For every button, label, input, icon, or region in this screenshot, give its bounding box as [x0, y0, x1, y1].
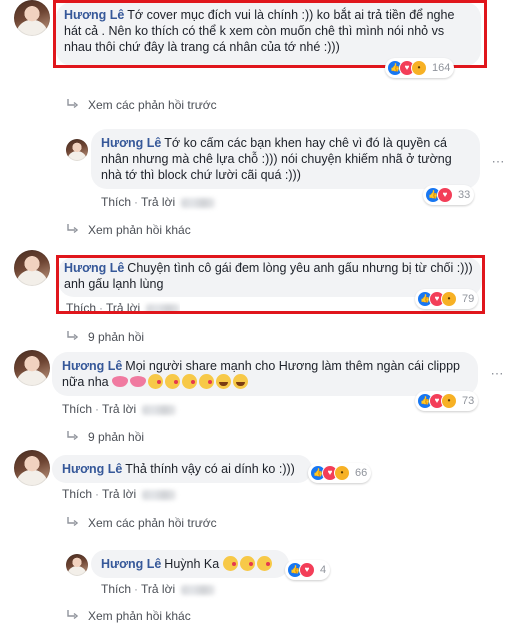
- like-link[interactable]: Thích: [101, 195, 131, 209]
- reaction-count: 66: [355, 467, 368, 479]
- kissing-face-emoji: [256, 556, 272, 571]
- view-other-replies-label: Xem phản hồi khác: [88, 609, 191, 623]
- view-previous-replies-link[interactable]: Xem các phản hồi trước: [66, 516, 217, 530]
- timestamp-blurred: [181, 584, 216, 595]
- reply-link[interactable]: Trả lời: [141, 195, 175, 209]
- like-link[interactable]: Thích: [62, 402, 92, 416]
- comment-actions: Thích · Trả lời: [62, 402, 177, 416]
- replies-count-label: 9 phản hồi: [88, 330, 145, 344]
- reply-arrow-icon: [66, 516, 80, 530]
- view-replies-link[interactable]: 9 phản hồi: [66, 330, 144, 344]
- kissing-face-emoji: [239, 556, 255, 571]
- view-other-replies-link[interactable]: Xem phản hồi khác: [66, 609, 191, 623]
- comment-bubble: Hương Lê Tớ ko cấm các bạn khen hay chê v…: [91, 129, 480, 189]
- love-reaction-icon: ♥: [437, 187, 453, 203]
- haha-reaction-icon: •: [441, 291, 457, 307]
- like-link[interactable]: Thích: [101, 582, 131, 596]
- comment-actions: Thích · Trả lời: [62, 487, 177, 501]
- reaction-count: 164: [432, 62, 451, 74]
- comment-bubble: Hương Lê Mọi người share mạnh cho Hương l…: [52, 352, 478, 396]
- comment-text: Thả thính vậy có ai dính ko :))): [125, 462, 295, 476]
- reply-arrow-icon: [66, 609, 80, 623]
- kiss-lips-emoji: [112, 376, 129, 387]
- more-options-icon[interactable]: ⋯: [489, 366, 505, 382]
- reply-link[interactable]: Trả lời: [141, 582, 175, 596]
- comment-actions: Thích · Trả lời: [101, 195, 216, 209]
- comment-actions: Thích · Trả lời: [101, 582, 216, 596]
- avatar[interactable]: [66, 554, 88, 576]
- kissing-face-emoji: [148, 374, 164, 389]
- reply-arrow-icon: [66, 430, 80, 444]
- kissing-face-emoji: [199, 374, 215, 389]
- kissing-face-emoji: [222, 556, 238, 571]
- reply-arrow-icon: [66, 98, 80, 112]
- reply-link[interactable]: Trả lời: [102, 487, 136, 501]
- view-previous-replies-label: Xem các phản hồi trước: [88, 98, 217, 112]
- avatar[interactable]: [14, 450, 50, 486]
- comment-author[interactable]: Hương Lê: [62, 462, 122, 476]
- kissing-face-emoji: [165, 374, 181, 389]
- comment-text: Huỳnh Ka: [164, 557, 220, 571]
- reaction-summary[interactable]: 👍 ♥ • 66: [308, 463, 372, 483]
- comment-bubble: Hương Lê Huỳnh Ka: [91, 550, 289, 578]
- comment-author[interactable]: Hương Lê: [101, 136, 161, 150]
- kissing-face-emoji: [182, 374, 198, 389]
- view-replies-link[interactable]: 9 phản hồi: [66, 430, 144, 444]
- reaction-summary[interactable]: 👍 ♥ 33: [423, 185, 475, 205]
- view-other-replies-label: Xem phản hồi khác: [88, 223, 191, 237]
- reply-link[interactable]: Trả lời: [106, 301, 140, 311]
- reaction-summary[interactable]: 👍 ♥ 4: [285, 560, 331, 580]
- kiss-lips-emoji: [130, 376, 147, 387]
- reaction-summary[interactable]: 👍 ♥ • 79: [415, 289, 479, 309]
- like-link[interactable]: Thích: [66, 301, 96, 311]
- more-options-icon[interactable]: ⋯: [490, 154, 506, 170]
- reaction-summary[interactable]: 👍 ♥ • 73: [415, 391, 479, 411]
- comment-author[interactable]: Hương Lê: [62, 359, 122, 373]
- reply-arrow-icon: [66, 223, 80, 237]
- avatar[interactable]: [14, 0, 50, 36]
- avatar[interactable]: [66, 139, 88, 161]
- timestamp-blurred: [142, 404, 177, 415]
- haha-reaction-icon: •: [441, 393, 457, 409]
- view-previous-replies-link[interactable]: Xem các phản hồi trước: [66, 98, 217, 112]
- laughing-face-emoji: [233, 374, 249, 389]
- avatar[interactable]: [14, 250, 50, 286]
- reply-arrow-icon: [66, 330, 80, 344]
- reaction-count: 4: [320, 564, 327, 576]
- timestamp-blurred: [181, 197, 216, 208]
- timestamp-blurred: [146, 303, 181, 311]
- comment-bubble: Hương Lê Thả thính vậy có ai dính ko :))): [52, 455, 312, 483]
- avatar[interactable]: [14, 350, 50, 386]
- haha-reaction-icon: •: [411, 60, 427, 76]
- view-other-replies-link[interactable]: Xem phản hồi khác: [66, 223, 191, 237]
- love-reaction-icon: ♥: [299, 562, 315, 578]
- replies-count-label: 9 phản hồi: [88, 430, 145, 444]
- reaction-count: 79: [462, 293, 475, 305]
- laughing-face-emoji: [216, 374, 232, 389]
- timestamp-blurred: [142, 489, 177, 500]
- reply-link[interactable]: Trả lời: [102, 402, 136, 416]
- view-previous-replies-label: Xem các phản hồi trước: [88, 516, 217, 530]
- reaction-count: 33: [458, 189, 471, 201]
- reaction-summary[interactable]: 👍 ♥ • 164: [385, 58, 455, 78]
- haha-reaction-icon: •: [334, 465, 350, 481]
- comment-author[interactable]: Hương Lê: [101, 557, 161, 571]
- like-link[interactable]: Thích: [62, 487, 92, 501]
- comment-actions: Thích · Trả lời: [66, 301, 181, 311]
- reaction-count: 73: [462, 395, 475, 407]
